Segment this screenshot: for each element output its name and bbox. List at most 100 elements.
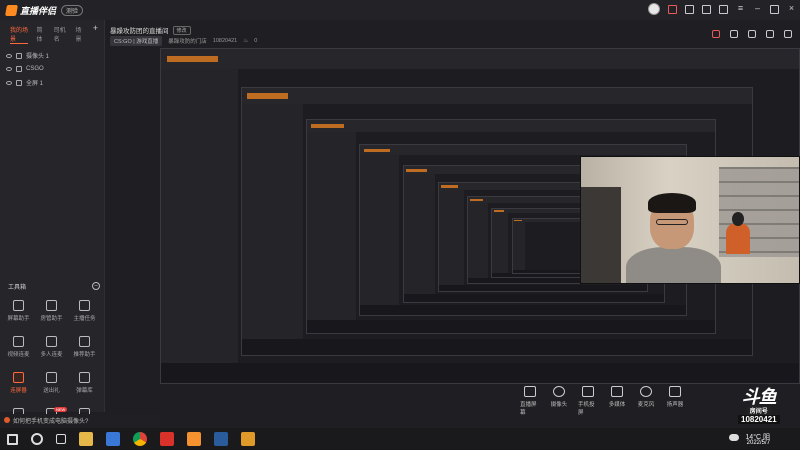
new-badge: NEW xyxy=(54,407,68,412)
tab-scene-2[interactable]: 司机名 xyxy=(54,25,68,44)
fans-count: 0 xyxy=(254,38,258,44)
toolbox-header: 工具箱 – xyxy=(8,282,100,291)
bottom-controls: 直播屏幕 摄像头 手机投屏 多媒体 麦克风 扬声器 xyxy=(520,386,685,416)
doorway xyxy=(581,187,621,283)
tool-screen-helper[interactable]: 屏幕助手 xyxy=(2,300,35,330)
menu-icon[interactable]: ≡ xyxy=(736,3,745,14)
source-label: 摄像头 1 xyxy=(26,54,50,60)
screen-icon xyxy=(16,79,22,86)
phone-cast-button[interactable]: 手机投屏 xyxy=(578,386,598,416)
version-badge[interactable]: 测验 xyxy=(61,4,84,16)
linker-icon xyxy=(13,372,24,383)
stream-title[interactable]: 暴躁攻防团的直播间 xyxy=(110,25,169,35)
steam-icon[interactable] xyxy=(214,432,228,446)
settings-icon[interactable] xyxy=(719,4,728,14)
media-button[interactable]: 多媒体 xyxy=(607,386,627,416)
category-chip[interactable]: CS:GO | 游戏直播 xyxy=(110,36,163,46)
tool-gift[interactable]: 送出礼 xyxy=(35,372,68,402)
task-icon xyxy=(79,300,90,311)
tab-scene-1[interactable]: 简体 xyxy=(36,25,45,44)
toolbox-title: 工具箱 xyxy=(8,285,27,291)
gift-icon xyxy=(46,372,57,383)
source-item[interactable]: 摄像头 1 xyxy=(0,48,104,63)
top-right-tools xyxy=(712,30,792,38)
mail-icon[interactable] xyxy=(702,4,711,14)
eye-icon[interactable] xyxy=(6,67,12,71)
title-bar: 直播伴侣 测验 ≡ – × xyxy=(0,0,800,20)
maximize-icon[interactable] xyxy=(770,4,779,14)
tool-danmaku[interactable]: 弹幕库 xyxy=(68,372,101,402)
room-watermark: 斗鱼 房间号 10820421 xyxy=(738,388,780,424)
mic-icon xyxy=(640,386,652,397)
tool-recommend[interactable]: 推荐助手 xyxy=(68,336,101,366)
chrome-icon[interactable] xyxy=(133,432,147,446)
watermark-room-number: 10820421 xyxy=(738,415,780,424)
minimize-icon[interactable]: – xyxy=(753,3,762,14)
fullscreen-icon[interactable] xyxy=(784,30,792,38)
settings-icon[interactable] xyxy=(748,30,756,38)
mic-button[interactable]: 麦克风 xyxy=(636,386,656,416)
speaker-icon xyxy=(669,386,681,397)
admin-icon xyxy=(46,300,57,311)
windows-taskbar: 14°C 阴 2022/5/7 xyxy=(0,428,800,450)
tool-multi-link[interactable]: 多人连麦 xyxy=(35,336,68,366)
camera-icon xyxy=(553,386,565,397)
tool-admin-helper[interactable]: 房管助手 xyxy=(35,300,68,330)
gift-icon[interactable] xyxy=(668,4,677,14)
message-icon[interactable] xyxy=(685,4,694,14)
record-icon[interactable] xyxy=(712,30,720,38)
start-icon[interactable] xyxy=(7,433,18,445)
video-link-icon xyxy=(13,336,24,347)
danmaku-icon xyxy=(79,372,90,383)
webcam-overlay[interactable] xyxy=(580,156,800,284)
eye-icon[interactable] xyxy=(6,80,12,85)
tip-icon xyxy=(4,417,10,423)
csgo-icon[interactable] xyxy=(241,432,255,446)
tool-video-link[interactable]: 视频连麦 xyxy=(2,336,35,366)
add-scene-icon[interactable]: + xyxy=(93,24,98,44)
taskbar-date: 2022/5/7 xyxy=(746,440,770,446)
room-id: 10820421 xyxy=(212,38,238,44)
tip-bar[interactable]: 如何把手机变成电脑摄像头? xyxy=(0,414,160,426)
eye-icon[interactable] xyxy=(6,53,12,58)
game-icon xyxy=(16,66,22,72)
feishu-icon[interactable] xyxy=(106,432,120,446)
tool-anchor-task[interactable]: 主播任务 xyxy=(68,300,101,330)
recommend-icon xyxy=(79,336,90,347)
tip-text[interactable]: 如何把手机变成电脑摄像头? xyxy=(13,416,88,425)
fans-icon: ♨ xyxy=(243,38,249,44)
tool-linker[interactable]: 连屏器 xyxy=(2,372,35,402)
wps-icon[interactable] xyxy=(160,432,174,446)
folder-icon[interactable] xyxy=(79,432,93,446)
tab-scene-3[interactable]: 场景 xyxy=(76,25,85,44)
source-label: 全屏 1 xyxy=(26,81,44,87)
camera-icon xyxy=(16,52,22,59)
user-avatar[interactable] xyxy=(648,3,660,15)
logo-mark-icon xyxy=(5,4,18,16)
scene-tabs: 我的场景 简体 司机名 场景 + xyxy=(0,20,104,48)
screen-icon xyxy=(13,300,24,311)
taskview-icon[interactable] xyxy=(56,434,66,444)
lock-icon[interactable] xyxy=(730,30,738,38)
close-icon[interactable]: × xyxy=(787,3,796,14)
background-person xyxy=(726,212,750,272)
camera-button[interactable]: 摄像头 xyxy=(549,386,569,416)
source-label: CSGO xyxy=(26,66,44,72)
source-item[interactable]: CSGO xyxy=(0,63,104,75)
share-icon[interactable] xyxy=(766,30,774,38)
search-icon[interactable] xyxy=(31,433,43,445)
room-label: 暴躁攻防的门店 xyxy=(168,39,207,45)
edit-title-button[interactable]: 修改 xyxy=(172,25,191,35)
media-icon xyxy=(611,386,623,397)
phone-cast-icon xyxy=(582,386,594,397)
livetool-icon[interactable] xyxy=(187,432,201,446)
stream-title-row: 暴躁攻防团的直播间 修改 xyxy=(110,25,191,35)
app-logo: 直播伴侣 测验 xyxy=(5,4,84,17)
speaker-button[interactable]: 扬声器 xyxy=(665,386,685,416)
source-item[interactable]: 全屏 1 xyxy=(0,75,104,90)
weather-icon xyxy=(729,433,740,441)
tab-scene-0[interactable]: 我的场景 xyxy=(10,25,29,44)
watermark-sub: 房间号 xyxy=(746,406,771,415)
collapse-icon[interactable]: – xyxy=(92,282,100,290)
screen-share-button[interactable]: 直播屏幕 xyxy=(520,386,540,416)
